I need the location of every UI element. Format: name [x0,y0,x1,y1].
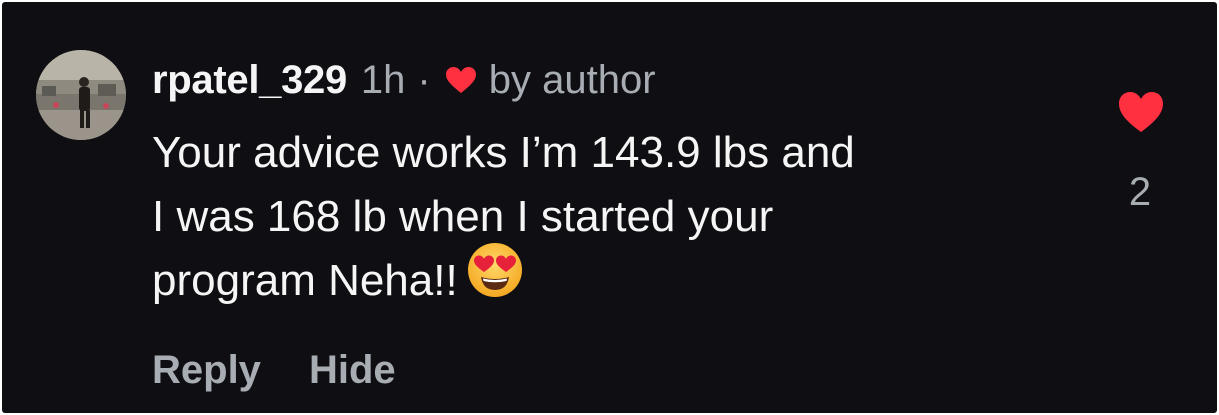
heart-icon [445,66,477,99]
comment-text: Your advice works I’m 143.9 lbs and I wa… [152,121,1072,317]
like-count: 2 [1128,170,1152,214]
avatar-photo [36,50,126,140]
comment-line: Your advice works I’m 143.9 lbs and [152,128,855,177]
comment-line-last: program Neha!! [152,243,1072,317]
comment-actions: Reply Hide [152,348,396,393]
comment-card: rpatel_329 1h · by author Your advice wo… [2,2,1217,413]
heart-eyes-emoji-icon [466,241,524,317]
hide-button[interactable]: Hide [309,348,396,393]
liked-by-author-label: by author [488,57,656,102]
comment-line: program Neha!! [152,256,458,305]
avatar[interactable] [36,50,126,140]
heart-filled-icon [1119,92,1163,132]
timestamp: 1h [360,57,406,102]
like-button[interactable] [1117,90,1165,134]
reply-button[interactable]: Reply [152,348,261,393]
username[interactable]: rpatel_329 [152,58,347,103]
comment-line: I was 168 lb when I started your [152,192,774,241]
comment-header: rpatel_329 1h · by author [152,55,656,105]
separator-dot: · [417,57,431,102]
